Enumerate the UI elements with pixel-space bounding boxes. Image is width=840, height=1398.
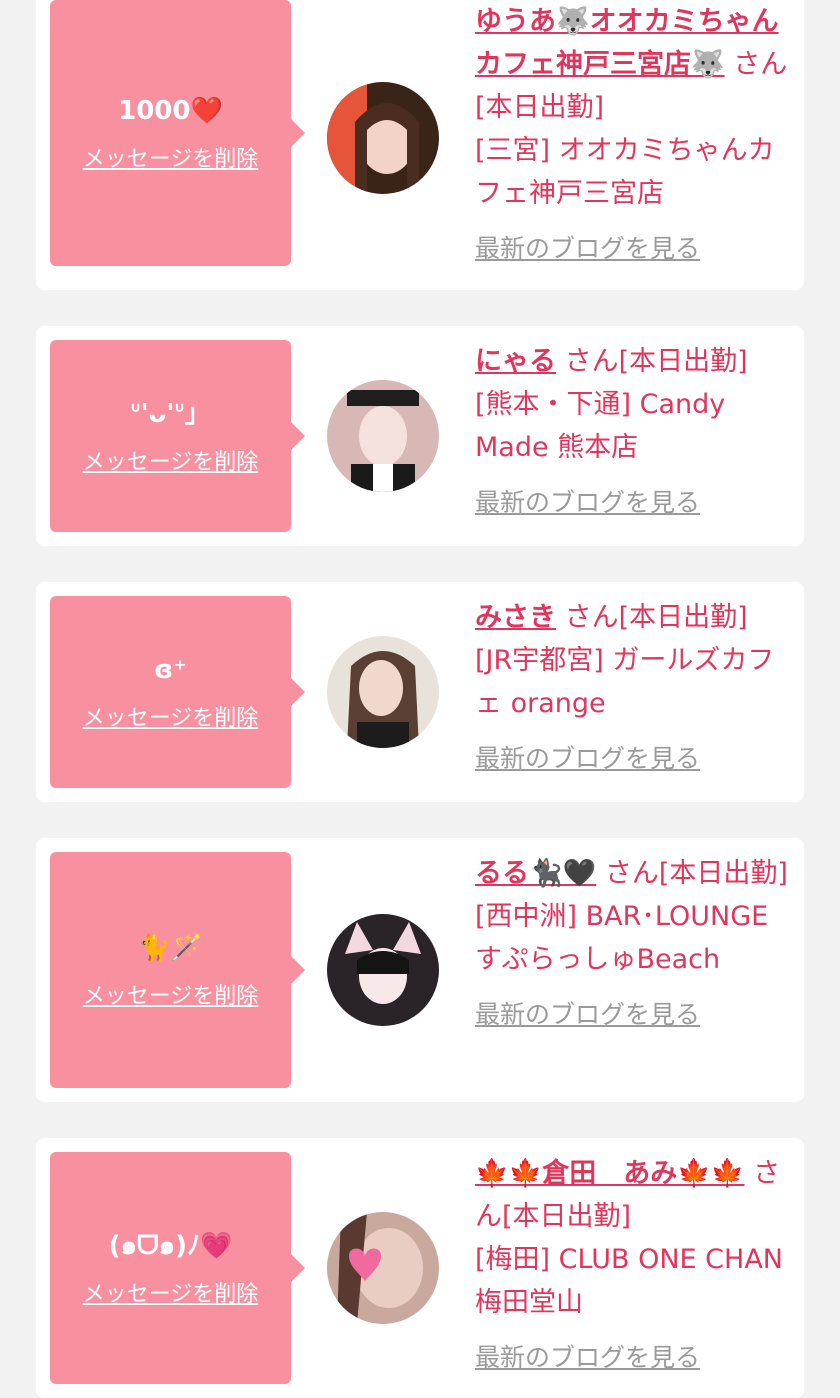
shop-name: [三宮] オオカミちゃんカフェ神戸三宮店	[475, 135, 775, 209]
message-card: 🐈🪄 メッセージを削除 るる🐈‍⬛🖤 さん[本日出勤] [西中洲] BAR･LO…	[36, 838, 804, 1102]
delete-message-link[interactable]: メッセージを削除	[83, 978, 259, 1010]
latest-blog-link[interactable]: 最新のブログを見る	[475, 1336, 700, 1379]
delete-message-link[interactable]: メッセージを削除	[83, 141, 259, 173]
latest-blog-link[interactable]: 最新のブログを見る	[475, 993, 700, 1036]
message-text: 🐈🪄	[138, 933, 203, 963]
message-bubble: (๑ᗜ๑)ﾉ💗 メッセージを削除	[50, 1152, 305, 1384]
shop-name: [西中洲] BAR･LOUNGE すぷらっしゅBeach	[475, 901, 769, 975]
avatar[interactable]	[327, 380, 439, 492]
shop-name: [梅田] CLUB ONE CHAN 梅田堂山	[475, 1244, 783, 1318]
entry-info: 🍁🍁倉田 あみ🍁🍁 さん[本日出勤] [梅田] CLUB ONE CHAN 梅田…	[475, 1152, 790, 1379]
message-bubble: 🐈🪄 メッセージを削除	[50, 852, 305, 1088]
avatar[interactable]	[327, 82, 439, 194]
message-text: 1000❤️	[118, 96, 223, 126]
cast-name-link[interactable]: るる🐈‍⬛🖤	[475, 858, 596, 889]
cast-name-link[interactable]: にゃる	[475, 346, 556, 377]
message-text: (๑ᗜ๑)ﾉ💗	[108, 1231, 233, 1261]
message-text: ɞ⁺	[154, 655, 187, 685]
cast-name-link[interactable]: みさき	[475, 602, 556, 633]
shop-name: [JR宇都宮] ガールズカフェ orange	[475, 645, 775, 719]
entry-info: にゃる さん[本日出勤] [熊本・下通] Candy Made 熊本店 最新のブ…	[475, 340, 790, 524]
message-bubble: ᐡ'ᴗ'ᐡ」 メッセージを削除	[50, 340, 305, 532]
shop-name: [熊本・下通] Candy Made 熊本店	[475, 389, 726, 463]
latest-blog-link[interactable]: 最新のブログを見る	[475, 227, 700, 270]
status-suffix: さん[本日出勤]	[604, 858, 788, 889]
latest-blog-link[interactable]: 最新のブログを見る	[475, 737, 700, 780]
entry-info: ゆうあ🐺オオカミちゃんカフェ神戸三宮店🐺 さん[本日出勤] [三宮] オオカミち…	[475, 0, 790, 270]
entry-info: みさき さん[本日出勤] [JR宇都宮] ガールズカフェ orange 最新のブ…	[475, 596, 790, 780]
status-suffix: さん[本日出勤]	[564, 346, 748, 377]
message-text: ᐡ'ᴗ'ᐡ」	[130, 399, 211, 429]
latest-blog-link[interactable]: 最新のブログを見る	[475, 481, 700, 524]
message-bubble: 1000❤️ メッセージを削除	[50, 0, 305, 266]
entry-info: るる🐈‍⬛🖤 さん[本日出勤] [西中洲] BAR･LOUNGE すぷらっしゅB…	[475, 852, 790, 1036]
message-card: 1000❤️ メッセージを削除 ゆうあ🐺オオカミちゃんカフェ神戸三宮店🐺 さん[…	[36, 0, 804, 290]
cast-name-link[interactable]: 🍁🍁倉田 あみ🍁🍁	[475, 1158, 744, 1189]
status-suffix: さん[本日出勤]	[564, 602, 748, 633]
delete-message-link[interactable]: メッセージを削除	[83, 1276, 259, 1308]
message-card: (๑ᗜ๑)ﾉ💗 メッセージを削除 🍁🍁倉田 あみ🍁🍁 さん[本日出勤] [梅田]…	[36, 1138, 804, 1398]
avatar[interactable]	[327, 636, 439, 748]
message-card: ɞ⁺ メッセージを削除 みさき さん[本日出勤] [JR宇都宮] ガールズカフェ…	[36, 582, 804, 802]
message-card: ᐡ'ᴗ'ᐡ」 メッセージを削除 にゃる さん[本日出勤] [熊本・下通] Can…	[36, 326, 804, 546]
message-bubble: ɞ⁺ メッセージを削除	[50, 596, 305, 788]
delete-message-link[interactable]: メッセージを削除	[83, 444, 259, 476]
delete-message-link[interactable]: メッセージを削除	[83, 700, 259, 732]
avatar[interactable]	[327, 914, 439, 1026]
avatar[interactable]	[327, 1212, 439, 1324]
